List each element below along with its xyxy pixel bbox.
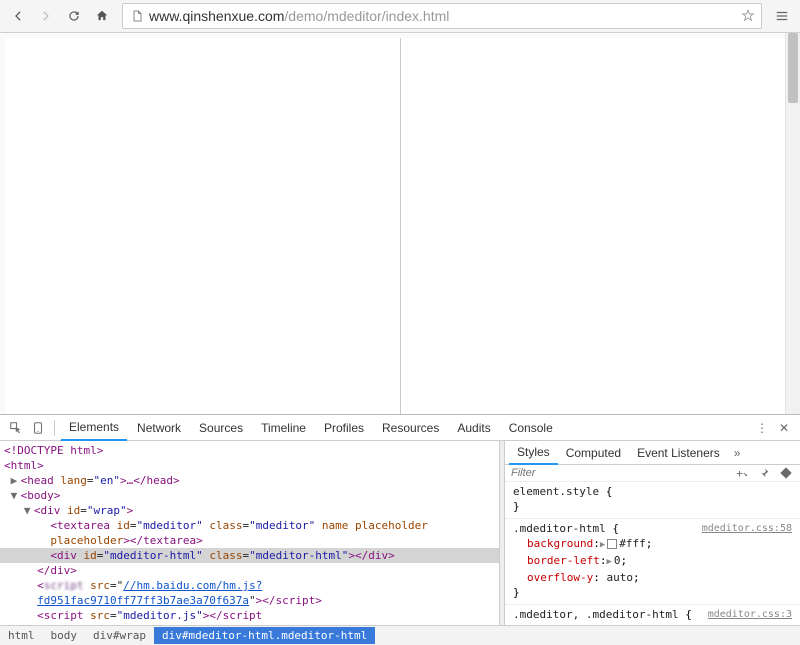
tab-sources[interactable]: Sources bbox=[191, 416, 251, 440]
styles-tab-listeners[interactable]: Event Listeners bbox=[629, 442, 728, 464]
crumb-wrap[interactable]: div#wrap bbox=[85, 627, 154, 644]
styles-pane: Styles Computed Event Listeners » +↘ ele… bbox=[505, 441, 800, 625]
forward-button[interactable] bbox=[34, 4, 58, 28]
elements-tree[interactable]: <!DOCTYPE html> <html> ▶<head lang="en">… bbox=[0, 441, 499, 625]
url-text: www.qinshenxue.com/demo/mdeditor/index.h… bbox=[149, 8, 741, 24]
crumb-body[interactable]: body bbox=[43, 627, 86, 644]
address-bar[interactable]: www.qinshenxue.com/demo/mdeditor/index.h… bbox=[122, 3, 762, 29]
scrollbar-thumb[interactable] bbox=[788, 33, 798, 103]
toggle-state-icon[interactable] bbox=[778, 465, 794, 481]
devtools-tabbar: Elements Network Sources Timeline Profil… bbox=[0, 415, 800, 441]
page-icon bbox=[129, 8, 145, 24]
body-node[interactable]: <body> bbox=[21, 489, 61, 502]
home-button[interactable] bbox=[90, 4, 114, 28]
tab-profiles[interactable]: Profiles bbox=[316, 416, 372, 440]
page-scrollbar[interactable] bbox=[785, 33, 800, 414]
styles-filter-input[interactable] bbox=[511, 467, 728, 479]
tab-timeline[interactable]: Timeline bbox=[253, 416, 314, 440]
style-block-element[interactable]: element.style { } bbox=[505, 482, 800, 519]
back-button[interactable] bbox=[6, 4, 30, 28]
tab-resources[interactable]: Resources bbox=[374, 416, 447, 440]
devtools-close-icon[interactable]: ✕ bbox=[774, 421, 794, 435]
tab-audits[interactable]: Audits bbox=[449, 416, 498, 440]
bookmark-star-icon[interactable] bbox=[741, 9, 755, 23]
mdeditor-textarea[interactable] bbox=[5, 38, 401, 414]
style-block-class-2[interactable]: mdeditor.css:3.mdeditor, .mdeditor-html … bbox=[505, 605, 800, 625]
doctype-node: <!DOCTYPE html> bbox=[4, 444, 103, 457]
menu-button[interactable] bbox=[770, 4, 794, 28]
html-node[interactable]: <html> bbox=[4, 459, 44, 472]
styles-tabs: Styles Computed Event Listeners » bbox=[505, 441, 800, 465]
style-block-class-1[interactable]: mdeditor.css:58.mdeditor-html { backgrou… bbox=[505, 519, 800, 605]
crumb-selected[interactable]: div#mdeditor-html.mdeditor-html bbox=[154, 627, 375, 644]
script-src-link[interactable]: //hm.baidu.com/hm.js? bbox=[123, 579, 262, 592]
styles-tab-styles[interactable]: Styles bbox=[509, 441, 558, 465]
device-icon[interactable] bbox=[28, 418, 48, 438]
more-icon[interactable]: ⋮ bbox=[752, 418, 772, 438]
breadcrumb: html body div#wrap div#mdeditor-html.mde… bbox=[0, 625, 800, 645]
tab-network[interactable]: Network bbox=[129, 416, 189, 440]
pin-icon[interactable] bbox=[756, 465, 772, 481]
page-viewport bbox=[0, 33, 800, 415]
css-origin-link[interactable]: mdeditor.css:3 bbox=[708, 607, 792, 622]
mdeditor-preview bbox=[401, 38, 796, 414]
browser-toolbar: www.qinshenxue.com/demo/mdeditor/index.h… bbox=[0, 0, 800, 33]
new-rule-icon[interactable]: +↘ bbox=[734, 465, 750, 481]
inspect-icon[interactable] bbox=[6, 418, 26, 438]
selected-element-node[interactable]: <div id="mdeditor-html" class="mdeditor-… bbox=[0, 548, 499, 563]
styles-more-icon[interactable]: » bbox=[728, 446, 747, 460]
tab-console[interactable]: Console bbox=[501, 416, 561, 440]
crumb-html[interactable]: html bbox=[0, 627, 43, 644]
css-origin-link[interactable]: mdeditor.css:58 bbox=[702, 521, 792, 536]
reload-button[interactable] bbox=[62, 4, 86, 28]
styles-filter-row: +↘ bbox=[505, 465, 800, 482]
tab-elements[interactable]: Elements bbox=[61, 415, 127, 441]
styles-tab-computed[interactable]: Computed bbox=[558, 442, 629, 464]
devtools-panel: Elements Network Sources Timeline Profil… bbox=[0, 415, 800, 645]
